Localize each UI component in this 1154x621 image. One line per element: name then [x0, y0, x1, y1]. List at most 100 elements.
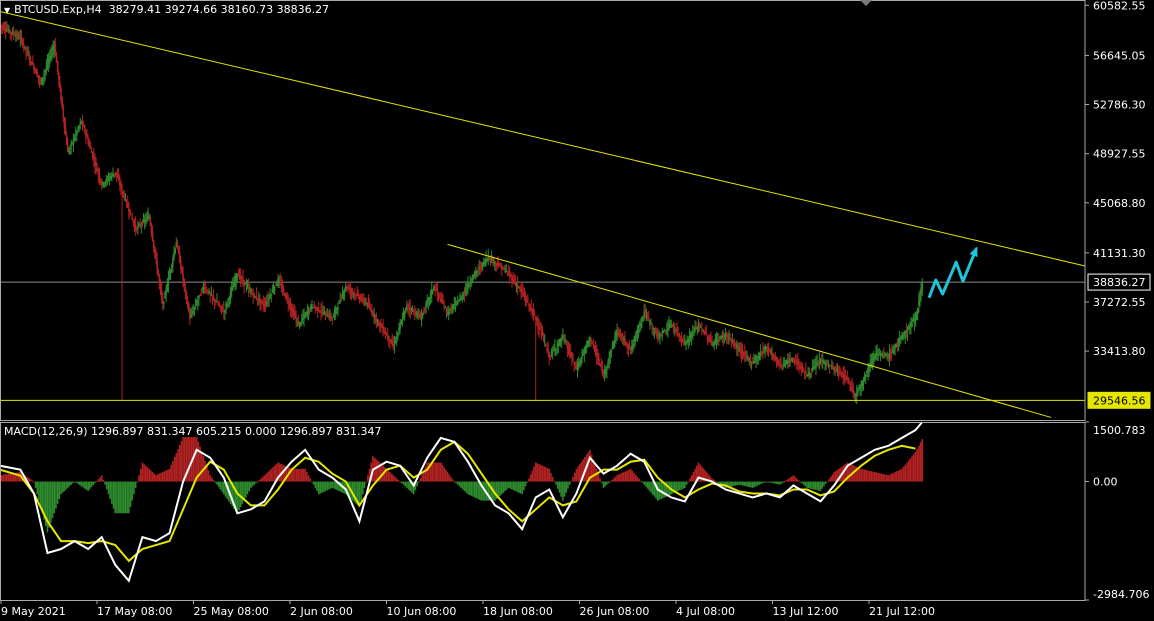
candle-body [211, 295, 214, 298]
macd-histogram-bar [451, 479, 454, 482]
candle-body [423, 310, 425, 312]
candle-body [17, 35, 19, 37]
macd-histogram-bar [734, 481, 737, 486]
candle-body [661, 334, 664, 336]
candle-body [78, 125, 80, 129]
macd-histogram-bar [757, 481, 759, 486]
candle-body [247, 286, 250, 289]
macd-histogram-bar [746, 481, 749, 487]
candle-body [321, 309, 323, 311]
macd-histogram-bar [877, 472, 879, 482]
macd-histogram-bar [538, 464, 540, 482]
candle-body [117, 176, 120, 181]
macd-histogram-bar [241, 481, 244, 504]
macd-histogram-bar [177, 449, 179, 482]
candle-body [640, 323, 642, 327]
price-tick-label: 41131.30 [1093, 247, 1146, 260]
macd-histogram-bar [911, 456, 913, 482]
candle-body [497, 265, 500, 267]
macd-histogram-bar [175, 452, 178, 482]
candle-body [169, 269, 172, 273]
macd-histogram-bar [521, 481, 523, 495]
macd-histogram-bar [265, 473, 267, 482]
candle-body [152, 240, 155, 248]
macd-histogram-bar [433, 462, 435, 482]
macd-histogram-bar [797, 479, 800, 482]
candle-body [849, 383, 851, 385]
macd-histogram-bar [684, 481, 686, 488]
candle-body [687, 339, 690, 343]
candle-body [369, 308, 372, 311]
macd-histogram-bar [860, 468, 863, 482]
macd-histogram-bar [502, 481, 505, 493]
macd-histogram-bar [165, 470, 167, 482]
macd-histogram-bar [621, 472, 623, 482]
macd-histogram-bar [75, 481, 78, 483]
candle-body [658, 334, 660, 337]
macd-histogram-bar [777, 481, 779, 485]
candle-body [299, 322, 302, 325]
candle-body [507, 270, 510, 273]
macd-histogram-bar [426, 462, 429, 482]
candle-body [397, 332, 399, 335]
macd-tick-label: 1500.783 [1093, 424, 1146, 437]
candle-body [279, 281, 282, 284]
candle-body [797, 361, 799, 366]
macd-histogram-bar [195, 437, 198, 482]
macd-histogram-bar [448, 474, 451, 482]
macd-histogram-bar [402, 481, 405, 485]
macd-histogram-bar [72, 481, 74, 484]
candle-body [662, 330, 665, 334]
macd-histogram-bar [365, 481, 367, 483]
candle-body [805, 371, 807, 373]
candle-body [664, 330, 667, 332]
macd-histogram-bar [587, 452, 590, 482]
candle-body [718, 339, 720, 341]
macd-histogram-bar [439, 462, 442, 482]
macd-histogram-bar [38, 481, 40, 501]
macd-histogram-bar [533, 466, 535, 482]
candle-body [919, 295, 921, 301]
macd-histogram-bar [317, 481, 320, 495]
macd-histogram-bar [67, 481, 69, 488]
candle-body [42, 77, 44, 81]
candle-body [199, 295, 201, 297]
macd-histogram-bar [814, 481, 817, 490]
candle-body [825, 362, 827, 365]
candle-body [160, 290, 163, 298]
candle-body [817, 364, 820, 366]
macd-histogram-bar [367, 475, 369, 482]
candle-body [609, 352, 612, 356]
candle-body [436, 289, 439, 293]
macd-histogram-bar [173, 456, 176, 482]
macd-histogram-bar [304, 468, 306, 482]
macd-histogram-bar [131, 481, 134, 501]
candle-body [83, 126, 86, 133]
macd-histogram-bar [768, 481, 771, 483]
macd-histogram-bar [178, 445, 181, 482]
macd-histogram-bar [124, 481, 127, 514]
candle-body [812, 366, 815, 369]
candle-body [916, 308, 919, 314]
candle-body [601, 368, 604, 375]
macd-histogram-bar [0, 474, 3, 482]
candle-body [159, 282, 162, 290]
candle-body [447, 312, 450, 315]
chart-canvas[interactable]: 60582.55 56645.05 52786.30 48927.55 45068.80… [0, 0, 1154, 621]
candle-body [606, 365, 608, 370]
macd-histogram-bar [395, 478, 398, 482]
macd-histogram-bar [314, 481, 317, 488]
macd-histogram-bar [565, 481, 568, 493]
macd-histogram-bar [273, 465, 276, 482]
candle-body [591, 341, 594, 343]
price-pane-frame [0, 0, 1086, 421]
macd-histogram-bar [29, 479, 32, 482]
candle-body [593, 346, 596, 349]
candle-body [124, 198, 127, 200]
candle-body [660, 333, 662, 336]
macd-histogram-bar [853, 465, 856, 482]
macd-histogram-bar [824, 481, 827, 484]
macd-histogram-bar [212, 479, 215, 482]
candle-body [672, 326, 675, 328]
macd-histogram-bar [551, 476, 554, 482]
